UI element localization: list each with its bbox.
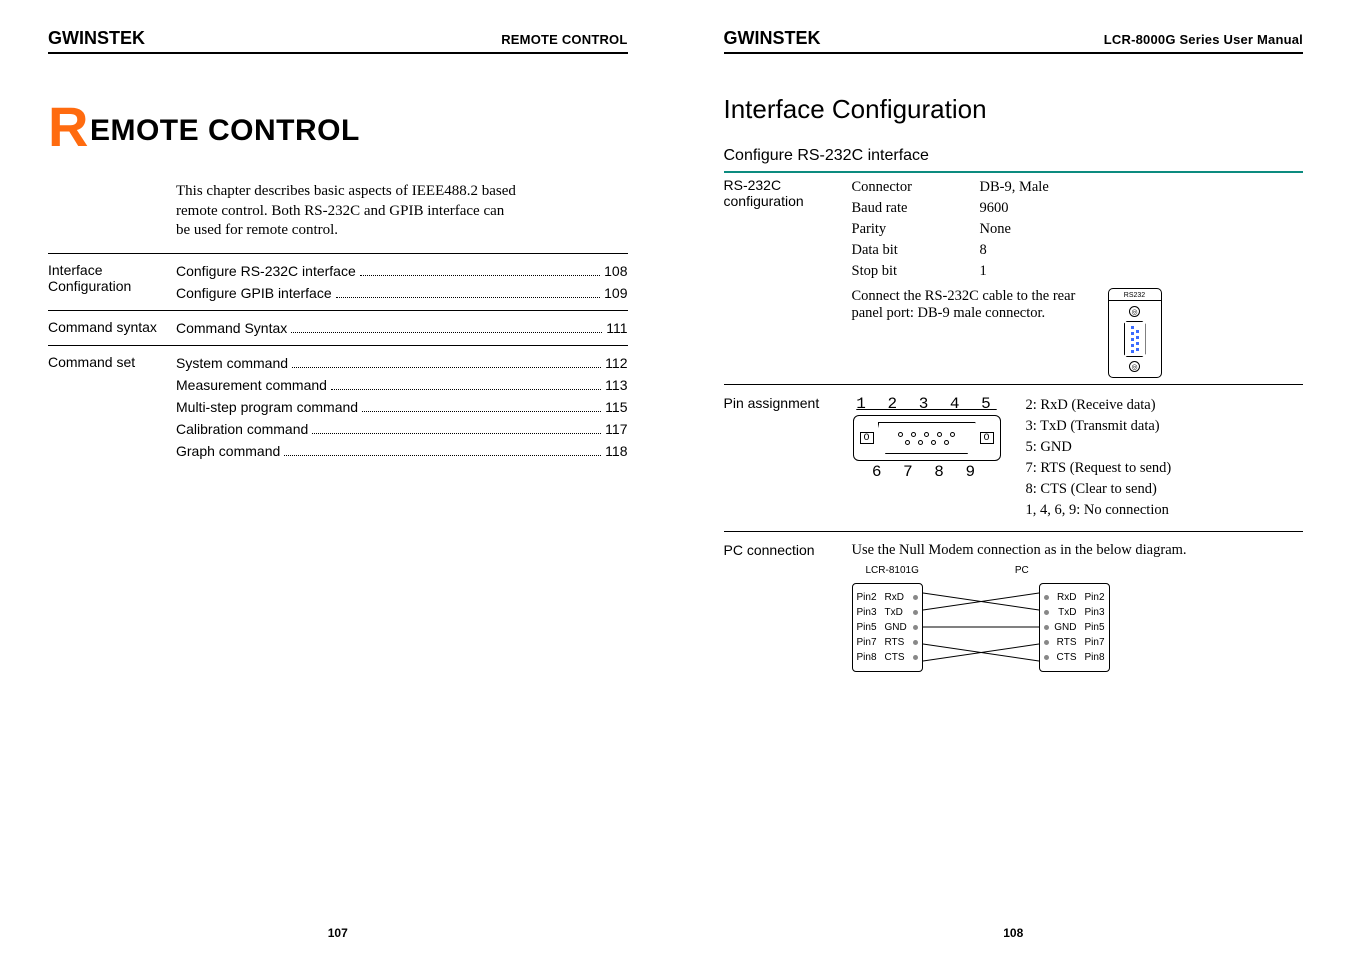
pc-label: PC connection	[724, 542, 852, 674]
config-label: RS-232C configuration	[724, 177, 852, 378]
spec-row: ParityNone	[852, 219, 1304, 240]
pin-item: 5: GND	[1026, 437, 1172, 458]
toc-item[interactable]: Configure RS-232C interface 108	[176, 260, 628, 282]
toc-section: Command syntax Command Syntax 111	[48, 310, 628, 345]
page-number: 107	[0, 926, 676, 940]
section-heading: Interface Configuration	[724, 94, 1304, 125]
nm-wires	[923, 580, 1039, 674]
pin-item: 8: CTS (Clear to send)	[1026, 479, 1172, 500]
null-modem-diagram: LCR-8101G PC Pin2RxD Pin3TxD Pin5GND Pin…	[852, 565, 1304, 674]
nm-row: TxDPin3	[1044, 605, 1105, 620]
toc-section-label: Command syntax	[48, 317, 176, 339]
toc-item[interactable]: Command Syntax 111	[176, 317, 628, 339]
pin-list: 2: RxD (Receive data) 3: TxD (Transmit d…	[1026, 395, 1172, 521]
toc-item[interactable]: Measurement command113	[176, 374, 628, 396]
toc-item[interactable]: Calibration command117	[176, 418, 628, 440]
header-title: LCR-8000G Series User Manual	[1104, 32, 1303, 47]
pin-item: 3: TxD (Transmit data)	[1026, 416, 1172, 437]
nm-row: CTSPin8	[1044, 650, 1105, 665]
pin-item: 7: RTS (Request to send)	[1026, 458, 1172, 479]
nm-row: GNDPin5	[1044, 620, 1105, 635]
toc: Interface Configuration Configure RS-232…	[48, 253, 628, 468]
nm-row: Pin2RxD	[857, 590, 918, 605]
toc-item[interactable]: Graph command118	[176, 440, 628, 462]
toc-item[interactable]: System command112	[176, 352, 628, 374]
nm-left-title: LCR-8101G	[866, 565, 919, 576]
pin-label: Pin assignment	[724, 395, 852, 521]
pin-item: 2: RxD (Receive data)	[1026, 395, 1172, 416]
pin-block: Pin assignment 1 2 3 4 5 O O 6 7 8 9	[724, 385, 1304, 531]
pin-item: 1, 4, 6, 9: No connection	[1026, 500, 1172, 521]
nm-row: RxDPin2	[1044, 590, 1105, 605]
nm-row: Pin3TxD	[857, 605, 918, 620]
chapter-title: REMOTE CONTROL	[48, 114, 628, 148]
nm-right-title: PC	[1015, 565, 1029, 576]
nm-left-box: Pin2RxD Pin3TxD Pin5GND Pin7RTS Pin8CTS	[852, 583, 923, 672]
brand-text: GWINSTEK	[48, 28, 145, 48]
spec-row: ConnectorDB-9, Male	[852, 177, 1304, 198]
page-left: GWINSTEK REMOTE CONTROL REMOTE CONTROL T…	[0, 0, 676, 954]
header: GWINSTEK LCR-8000G Series User Manual	[724, 28, 1304, 54]
toc-section-label: Command set	[48, 352, 176, 462]
page-right: GWINSTEK LCR-8000G Series User Manual In…	[676, 0, 1351, 954]
subsection-heading: Configure RS-232C interface	[724, 147, 1304, 165]
toc-section: Command set System command112 Measuremen…	[48, 345, 628, 468]
header-title: REMOTE CONTROL	[501, 32, 627, 47]
header: GWINSTEK REMOTE CONTROL	[48, 28, 628, 54]
pc-note: Use the Null Modem connection as in the …	[852, 542, 1304, 559]
brand-text: GWINSTEK	[724, 28, 821, 48]
toc-item[interactable]: Configure GPIB interface 109	[176, 282, 628, 304]
db9-connector-icon: 1 2 3 4 5 O O 6 7 8 9	[852, 395, 1002, 481]
spec-row: Data bit8	[852, 240, 1304, 261]
config-block: RS-232C configuration ConnectorDB-9, Mal…	[724, 173, 1304, 384]
toc-item[interactable]: Multi-step program command115	[176, 396, 628, 418]
brand-logo: GWINSTEK	[724, 28, 821, 49]
pc-connection-block: PC connection Use the Null Modem connect…	[724, 532, 1304, 684]
nm-right-box: RxDPin2 TxDPin3 GNDPin5 RTSPin7 CTSPin8	[1039, 583, 1110, 672]
rear-port-icon: RS232 ◎ ◎	[1108, 288, 1162, 378]
nm-row: Pin8CTS	[857, 650, 918, 665]
connect-note: Connect the RS-232C cable to the rear pa…	[852, 288, 1092, 378]
nm-row: Pin5GND	[857, 620, 918, 635]
brand-logo: GWINSTEK	[48, 28, 145, 49]
spec-row: Stop bit1	[852, 261, 1304, 282]
chapter-intro: This chapter describes basic aspects of …	[176, 182, 516, 241]
toc-section: Interface Configuration Configure RS-232…	[48, 253, 628, 310]
page-number: 108	[676, 926, 1351, 940]
chapter-rest: EMOTE CONTROL	[90, 114, 360, 147]
nm-row: Pin7RTS	[857, 635, 918, 650]
nm-row: RTSPin7	[1044, 635, 1105, 650]
spec-row: Baud rate9600	[852, 198, 1304, 219]
toc-section-label: Interface Configuration	[48, 260, 176, 304]
